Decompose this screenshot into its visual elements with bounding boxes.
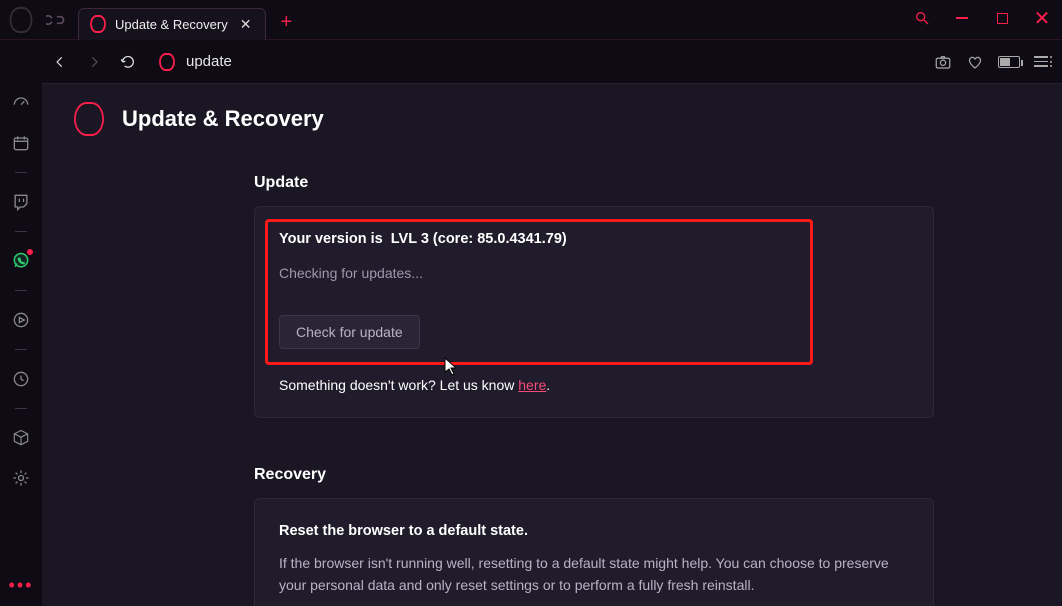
nav-forward-button[interactable] (84, 52, 104, 72)
help-link[interactable]: here (518, 377, 546, 393)
calendar-icon[interactable] (10, 132, 32, 154)
notification-dot-icon (27, 249, 33, 255)
tab-title: Update & Recovery (115, 17, 228, 32)
rail-divider (15, 231, 27, 232)
window-close-button[interactable]: ✕ (1028, 4, 1056, 32)
navbar-right (934, 53, 1048, 71)
recovery-reset-description: If the browser isn't running well, reset… (279, 553, 909, 596)
navigation-bar: update (0, 40, 1062, 84)
version-prefix: Your version is (279, 231, 383, 247)
recovery-reset-title: Reset the browser to a default state. (279, 523, 909, 539)
browser-tab[interactable]: Update & Recovery ✕ (78, 8, 266, 40)
sidebar-rail: ••• (0, 40, 42, 606)
easy-setup-icon[interactable] (1034, 56, 1048, 67)
version-core: (core: 85.0.4341.79) (433, 231, 567, 247)
check-for-update-button[interactable]: Check for update (279, 315, 420, 349)
rail-divider (15, 172, 27, 173)
twitch-icon[interactable] (10, 191, 32, 213)
page-header: Update & Recovery (42, 84, 1062, 146)
tab-favicon-icon (90, 15, 106, 33)
address-bar[interactable]: update (158, 53, 232, 71)
rail-divider (15, 408, 27, 409)
recovery-section-label: Recovery (42, 438, 1062, 498)
version-level: LVL 3 (391, 231, 429, 247)
search-icon[interactable] (908, 4, 936, 32)
help-line: Something doesn't work? Let us know here… (279, 377, 909, 393)
page-logo-icon (74, 102, 104, 136)
page-title: Update & Recovery (122, 106, 324, 132)
recovery-card: Reset the browser to a default state. If… (254, 498, 934, 606)
titlebar: Update & Recovery ✕ + ✕ (0, 0, 1062, 40)
rail-divider (15, 290, 27, 291)
address-text: update (186, 53, 232, 70)
battery-icon[interactable] (998, 56, 1020, 68)
nav-back-button[interactable] (50, 52, 70, 72)
history-icon[interactable] (10, 368, 32, 390)
window-controls: ✕ (908, 4, 1056, 32)
new-tab-button[interactable]: + (280, 11, 292, 34)
window-maximize-button[interactable] (988, 4, 1016, 32)
titlebar-left: Update & Recovery ✕ + (0, 0, 292, 40)
extensions-icon[interactable] (10, 427, 32, 449)
help-suffix: . (546, 377, 550, 393)
rail-divider (15, 349, 27, 350)
snapshot-icon[interactable] (934, 53, 952, 71)
play-icon[interactable] (10, 309, 32, 331)
opera-logo-icon[interactable] (10, 7, 33, 33)
speed-dial-icon[interactable] (10, 92, 32, 114)
whatsapp-icon[interactable] (10, 250, 32, 272)
main-content: Update & Recovery Update Your version is… (42, 84, 1062, 606)
update-card: Your version is LVL 3 (core: 85.0.4341.7… (254, 206, 934, 418)
help-prefix: Something doesn't work? Let us know (279, 377, 518, 393)
update-section-label: Update (42, 146, 1062, 206)
gx-icon[interactable] (46, 10, 66, 30)
reload-button[interactable] (118, 52, 138, 72)
version-line: Your version is LVL 3 (core: 85.0.4341.7… (279, 231, 909, 247)
settings-gear-icon[interactable] (10, 467, 32, 489)
window-minimize-button[interactable] (948, 4, 976, 32)
heart-icon[interactable] (966, 53, 984, 71)
address-favicon-icon (159, 53, 175, 71)
update-status: Checking for updates... (279, 265, 909, 281)
tab-close-icon[interactable]: ✕ (236, 16, 256, 33)
more-icon[interactable]: ••• (9, 575, 34, 596)
